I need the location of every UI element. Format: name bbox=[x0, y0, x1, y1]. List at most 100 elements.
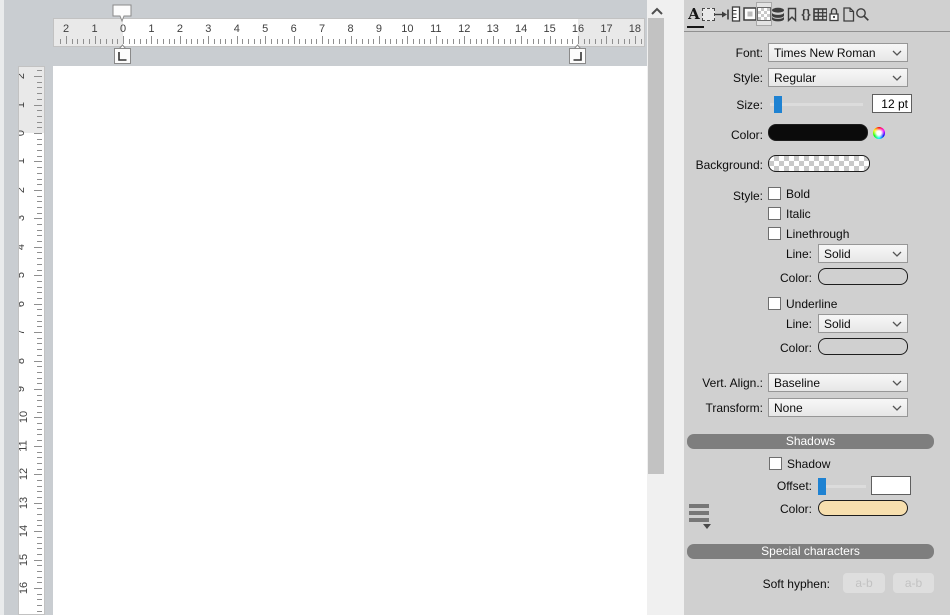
ruler-tick bbox=[37, 452, 42, 453]
ruler-tick bbox=[447, 39, 448, 44]
chevron-down-icon bbox=[892, 380, 902, 386]
chevron-down-icon bbox=[892, 75, 902, 81]
ruler-tick bbox=[333, 39, 334, 44]
bookmark-icon[interactable] bbox=[785, 3, 799, 25]
ruler-tick bbox=[476, 39, 477, 44]
size-slider-handle[interactable] bbox=[774, 96, 782, 113]
ruler-number: 8 bbox=[18, 357, 27, 363]
soft-hyphen-button-2[interactable]: a-b bbox=[893, 573, 934, 593]
lock-icon[interactable] bbox=[827, 3, 841, 25]
font-dropdown[interactable]: Times New Roman bbox=[768, 43, 908, 62]
vert-align-dropdown[interactable]: Baseline bbox=[768, 373, 908, 392]
ruler-tick bbox=[37, 338, 42, 339]
ruler-number: 10 bbox=[401, 23, 413, 35]
page-icon[interactable] bbox=[841, 3, 855, 25]
vertical-ruler[interactable]: 21012345678910111213141516 bbox=[18, 66, 45, 615]
shadow-checkbox[interactable] bbox=[769, 457, 782, 470]
offset-input[interactable] bbox=[871, 476, 911, 495]
ruler-tick bbox=[629, 39, 630, 44]
ruler-tick bbox=[37, 213, 42, 214]
ruler-number: 11 bbox=[430, 23, 441, 35]
ruler-tick bbox=[231, 39, 232, 44]
offset-slider-handle[interactable] bbox=[818, 478, 826, 495]
background-color-swatch[interactable] bbox=[768, 155, 870, 172]
ruler-tick bbox=[123, 36, 124, 44]
style-dropdown[interactable]: Regular bbox=[768, 68, 908, 87]
scroll-up-icon[interactable] bbox=[650, 7, 664, 15]
ruler-tick bbox=[37, 423, 42, 424]
tab-stop-marker[interactable] bbox=[112, 4, 132, 22]
ruler-tick bbox=[544, 39, 545, 44]
transform-dropdown[interactable]: None bbox=[768, 398, 908, 417]
ul-color-swatch[interactable] bbox=[818, 338, 908, 355]
vert-align-label: Vert. Align.: bbox=[620, 376, 763, 390]
ruler-tick bbox=[37, 287, 42, 288]
window-edge bbox=[0, 0, 4, 615]
tabs-icon[interactable] bbox=[715, 3, 729, 25]
ruler-tick bbox=[37, 577, 42, 578]
ruler-tick bbox=[34, 446, 42, 447]
transparency-icon[interactable] bbox=[757, 3, 771, 25]
ruler-number: 11 bbox=[18, 440, 30, 451]
color-label: Color: bbox=[620, 128, 763, 142]
shadows-header[interactable]: Shadows bbox=[687, 434, 934, 449]
braces-icon[interactable]: {} bbox=[799, 3, 813, 25]
bold-checkbox[interactable] bbox=[768, 187, 781, 200]
ruler-tick bbox=[37, 480, 42, 481]
ruler-number: 0 bbox=[120, 23, 126, 35]
ruler-tick bbox=[37, 127, 42, 128]
lt-line-dropdown[interactable]: Solid bbox=[818, 244, 908, 263]
ruler-tick bbox=[37, 463, 42, 464]
italic-checkbox[interactable] bbox=[768, 207, 781, 220]
ruler-tick bbox=[180, 36, 181, 44]
italic-label: Italic bbox=[786, 207, 811, 221]
first-line-indent-marker[interactable] bbox=[113, 44, 132, 65]
ruler-tick bbox=[379, 36, 380, 44]
ruler-tick bbox=[470, 39, 471, 44]
ruler-tick bbox=[37, 167, 42, 168]
ruler-number: 12 bbox=[18, 468, 30, 480]
ruler-tick bbox=[402, 39, 403, 44]
search-icon[interactable] bbox=[855, 3, 869, 25]
ruler-tick bbox=[220, 39, 221, 44]
right-indent-marker[interactable] bbox=[568, 44, 587, 65]
ruler-tick bbox=[34, 105, 42, 106]
ruler-tick bbox=[34, 503, 42, 504]
ruler-tick bbox=[146, 39, 147, 44]
ruler-tick bbox=[37, 321, 42, 322]
soft-hyphen-button-1[interactable]: a-b bbox=[843, 573, 885, 593]
color-wheel-icon[interactable] bbox=[873, 127, 885, 139]
ul-line-dropdown[interactable]: Solid bbox=[818, 314, 908, 333]
lt-color-swatch[interactable] bbox=[818, 268, 908, 285]
size-slider[interactable] bbox=[770, 103, 863, 106]
table-icon[interactable] bbox=[813, 3, 827, 25]
ruler-tick bbox=[436, 36, 437, 44]
ruler-tick bbox=[37, 270, 42, 271]
ruler-tick bbox=[37, 406, 42, 407]
size-input[interactable]: 12 pt bbox=[872, 94, 912, 113]
linethrough-checkbox[interactable] bbox=[768, 227, 781, 240]
special-characters-header[interactable]: Special characters bbox=[687, 544, 934, 559]
vertical-scrollbar[interactable] bbox=[647, 0, 684, 615]
ruler-icon[interactable] bbox=[729, 3, 743, 25]
ruler-tick bbox=[37, 457, 42, 458]
underline-checkbox[interactable] bbox=[768, 297, 781, 310]
menu-icon[interactable] bbox=[689, 504, 709, 525]
selection-frame-icon[interactable] bbox=[701, 3, 715, 25]
text-properties-icon[interactable]: A bbox=[687, 3, 701, 25]
ruler-number: 1 bbox=[18, 158, 27, 164]
ruler-tick bbox=[34, 247, 42, 248]
ruler-tick bbox=[294, 36, 295, 44]
ruler-tick bbox=[37, 594, 42, 595]
ruler-number: 2 bbox=[18, 187, 27, 193]
frame-style-icon[interactable] bbox=[743, 3, 757, 25]
horizontal-ruler[interactable]: 210123456789101112131415161718 bbox=[53, 18, 645, 47]
shadow-color-swatch[interactable] bbox=[818, 500, 908, 516]
font-color-swatch[interactable] bbox=[768, 124, 868, 141]
ruler-number: 10 bbox=[18, 411, 30, 423]
document-page[interactable] bbox=[53, 66, 647, 615]
ruler-tick bbox=[527, 39, 528, 44]
layers-icon[interactable] bbox=[771, 3, 785, 25]
ruler-tick bbox=[37, 93, 42, 94]
menu-dropdown-arrow-icon[interactable] bbox=[703, 524, 711, 529]
